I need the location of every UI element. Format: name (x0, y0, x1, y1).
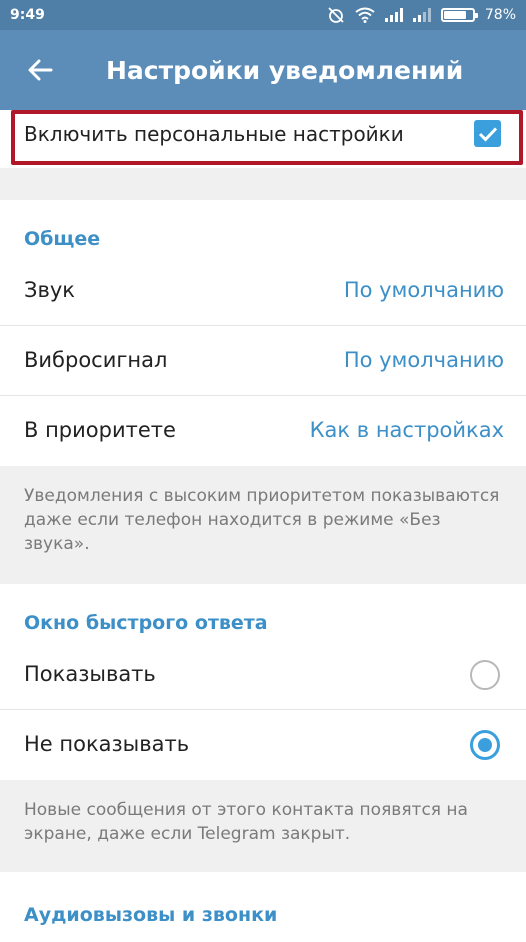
battery-percent: 78% (484, 7, 516, 23)
section-title-calls: Аудиовызовы и звонки (24, 904, 278, 926)
app-bar: Настройки уведомлений (0, 30, 526, 110)
back-arrow-icon (28, 59, 53, 81)
option-hide-row[interactable]: Не показывать (0, 710, 526, 780)
vibration-label: Вибросигнал (24, 348, 168, 372)
sound-row[interactable]: Звук По умолчанию (0, 256, 526, 326)
radio-dot (478, 738, 492, 752)
back-button[interactable] (0, 30, 80, 110)
priority-row[interactable]: В приоритете Как в настройках (0, 396, 526, 466)
section-title-general: Общее (24, 228, 101, 250)
vibration-row[interactable]: Вибросигнал По умолчанию (0, 326, 526, 396)
option-show-label: Показывать (24, 662, 156, 686)
general-section: Общее Звук По умолчанию Вибросигнал По у… (0, 200, 526, 466)
signal-icon-2 (412, 8, 431, 22)
status-bar: 9:49 78% (0, 0, 526, 30)
wifi-icon (355, 7, 375, 23)
highlight-frame (11, 110, 523, 165)
personal-settings-checkbox[interactable] (474, 120, 501, 147)
sound-value: По умолчанию (343, 278, 504, 302)
status-time: 9:49 (10, 7, 45, 23)
vibration-value: По умолчанию (343, 348, 504, 372)
signal-icon (384, 8, 403, 22)
option-show-row[interactable]: Показывать (0, 640, 526, 710)
priority-value: Как в настройках (309, 418, 504, 442)
priority-note: Уведомления с высоким приоритетом показы… (0, 484, 526, 582)
priority-label: В приоритете (24, 418, 176, 442)
alarm-off-icon (327, 6, 345, 24)
quick-reply-note: Новые сообщения от этого контакта появят… (0, 798, 526, 868)
battery-icon (440, 8, 478, 22)
checkmark-icon (478, 126, 497, 142)
quick-reply-section: Окно быстрого ответа Показывать Не показ… (0, 584, 526, 780)
radio-hide[interactable] (470, 730, 500, 760)
page-title: Настройки уведомлений (106, 55, 464, 85)
radio-show[interactable] (470, 660, 500, 690)
section-title-quick-reply: Окно быстрого ответа (24, 612, 268, 634)
option-hide-label: Не показывать (24, 732, 190, 756)
calls-section: Аудиовызовы и звонки (0, 872, 526, 942)
sound-label: Звук (24, 278, 75, 302)
